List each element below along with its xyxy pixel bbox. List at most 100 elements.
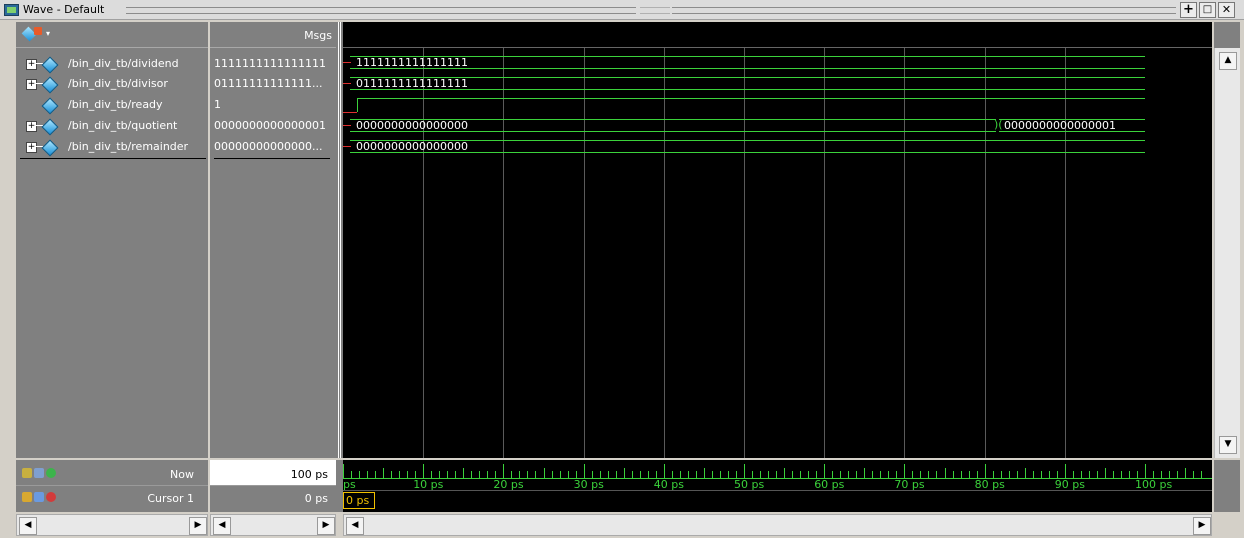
ruler-tick	[455, 471, 457, 478]
now-value: 100 ps	[290, 468, 328, 481]
ruler-tick	[615, 471, 617, 478]
ruler-tick	[599, 471, 601, 478]
chevron-down-icon[interactable]: ▾	[46, 29, 50, 38]
signal-row-remainder[interactable]: + /bin_div_tb/remainder	[18, 139, 208, 157]
scroll-right-icon[interactable]: ▶	[189, 517, 207, 535]
ruler-tick	[1000, 471, 1002, 478]
cursor-values-pane: 100 ps 0 ps	[210, 460, 336, 512]
expand-icon[interactable]: +	[26, 121, 37, 132]
ruler-tick	[840, 471, 842, 478]
ruler-tick	[872, 471, 874, 478]
dock-button[interactable]: +	[1180, 2, 1197, 18]
ruler-tick	[1088, 471, 1090, 478]
ruler-tick	[1064, 464, 1066, 478]
scroll-right-icon[interactable]: ▶	[317, 517, 335, 535]
ruler-tick	[776, 471, 778, 478]
pane-splitter-2[interactable]	[336, 22, 343, 458]
signal-row-quotient[interactable]: + /bin_div_tb/quotient	[18, 118, 208, 136]
gridline	[1064, 48, 1066, 458]
title-grip-left	[126, 7, 636, 14]
expand-icon[interactable]: +	[26, 79, 37, 90]
signal-name: /bin_div_tb/remainder	[68, 140, 189, 153]
bottom-splitter[interactable]	[336, 460, 343, 512]
ruler-tick	[984, 464, 986, 478]
cursor-names-pane: Now Cursor 1	[16, 460, 208, 512]
zoom-icon[interactable]	[22, 468, 32, 478]
close-button[interactable]: ✕	[1218, 2, 1235, 18]
scroll-left-icon[interactable]: ◀	[213, 517, 231, 535]
undock-button[interactable]: □	[1199, 2, 1216, 18]
gridline	[984, 48, 986, 458]
ruler-tick	[856, 471, 858, 478]
ruler-tick	[647, 471, 649, 478]
ruler-tick	[679, 471, 681, 478]
ruler-tick	[952, 471, 954, 478]
signal-row-divisor[interactable]: + /bin_div_tb/divisor	[18, 76, 208, 94]
scroll-down-icon[interactable]: ▼	[1219, 436, 1237, 454]
scroll-up-icon[interactable]: ▲	[1219, 52, 1237, 70]
ruler-tick	[744, 464, 745, 478]
ruler-tick	[816, 471, 818, 478]
gridline	[423, 48, 425, 458]
ruler-tick	[848, 471, 850, 478]
wrench-icon[interactable]	[34, 492, 44, 502]
ruler-tick	[487, 471, 489, 478]
remove-cursor-icon[interactable]	[46, 492, 56, 502]
gridline	[583, 48, 585, 458]
quotient-bus-value-after: 0000000000000001	[1004, 119, 1116, 132]
ruler-tick	[1056, 471, 1058, 478]
ruler-tick	[1008, 471, 1010, 478]
gridline	[824, 48, 826, 458]
ruler-tick	[824, 464, 826, 478]
ruler-tick	[351, 471, 353, 478]
ruler-tick	[343, 464, 344, 478]
signal-value: 0000000000000001	[214, 119, 326, 132]
signal-diamond-icon	[41, 139, 59, 157]
names-hscrollbar[interactable]: ◀ ▶	[16, 514, 208, 536]
scroll-right-icon[interactable]: ▶	[1193, 517, 1211, 535]
msgs-hscrollbar[interactable]: ◀ ▶	[210, 514, 336, 536]
wave-window-icon	[4, 4, 19, 16]
signal-name: /bin_div_tb/ready	[68, 98, 163, 111]
window-titlebar[interactable]: Wave - Default + □ ✕	[0, 0, 1244, 20]
signal-diamond-icon	[41, 56, 59, 74]
expand-icon[interactable]: +	[26, 59, 37, 70]
signal-row-ready[interactable]: /bin_div_tb/ready	[18, 97, 208, 115]
ruler-tick	[495, 471, 497, 478]
ruler-tick	[760, 471, 762, 478]
dividend-bus-top	[350, 56, 1145, 57]
ruler-tick	[623, 468, 625, 478]
ruler-tick	[768, 471, 770, 478]
ruler-tick	[463, 468, 465, 478]
divisor-bus-start	[343, 83, 351, 84]
wave-hscrollbar[interactable]: ◀ ▶	[343, 514, 1212, 536]
signal-value: 1	[214, 98, 221, 111]
expand-icon[interactable]: +	[26, 142, 37, 153]
ruler-tick	[960, 471, 962, 478]
scroll-left-icon[interactable]: ◀	[346, 517, 364, 535]
cursor-add-icon[interactable]	[34, 468, 44, 478]
signal-diamond-icon	[41, 118, 59, 136]
vertical-scrollbar[interactable]: ▲ ▼	[1214, 48, 1240, 458]
ruler-corner	[1214, 460, 1240, 512]
ruler-tick	[976, 471, 978, 478]
ruler-tick	[1201, 471, 1203, 478]
add-cursor-icon[interactable]	[46, 468, 56, 478]
wave-header	[343, 22, 1212, 48]
now-label: Now	[170, 468, 194, 481]
divisor-bus-value: 0111111111111111	[356, 77, 468, 90]
ruler-tick	[992, 471, 994, 478]
ruler-tick	[904, 464, 906, 478]
scroll-left-icon[interactable]: ◀	[19, 517, 37, 535]
ruler-tick	[367, 471, 369, 478]
dividend-bus-value: 1111111111111111	[356, 56, 468, 69]
lock-icon[interactable]	[22, 492, 32, 502]
waveform-pane[interactable]	[343, 22, 1212, 458]
quotient-transition: )(	[994, 118, 1003, 131]
title-grip-center[interactable]	[640, 7, 670, 14]
gridline	[663, 48, 665, 458]
ruler-tick	[1096, 471, 1098, 478]
signal-row-dividend[interactable]: + /bin_div_tb/dividend	[18, 56, 208, 74]
cursor-tag[interactable]: 0 ps	[343, 492, 375, 509]
ruler-tick	[511, 471, 513, 478]
